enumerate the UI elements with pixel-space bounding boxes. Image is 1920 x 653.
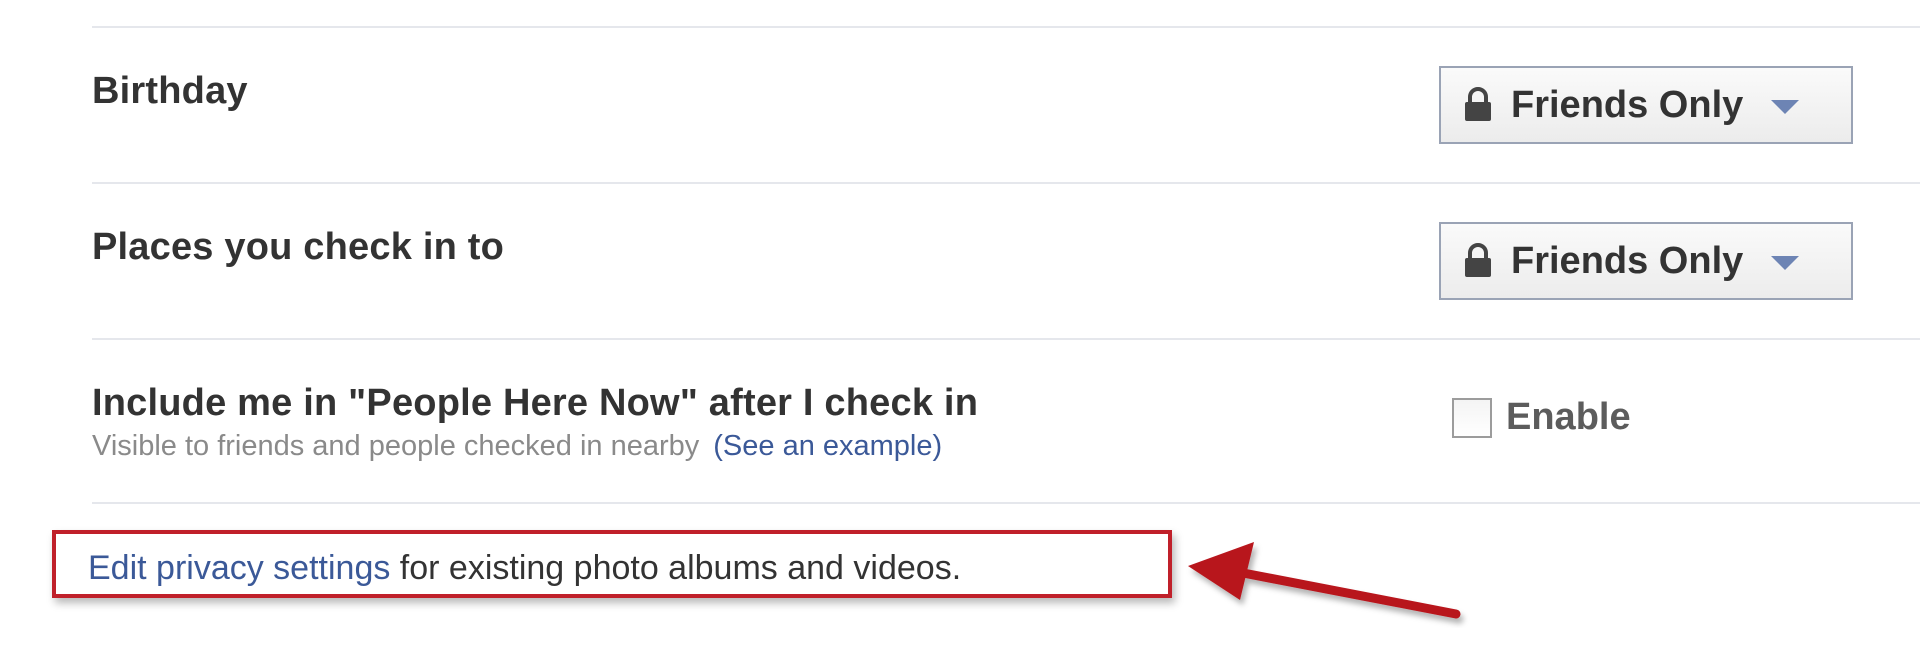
enable-label: Enable: [1506, 396, 1631, 438]
enable-checkbox-control[interactable]: Enable: [1452, 396, 1631, 439]
birthday-privacy-dropdown[interactable]: Friends Only: [1439, 66, 1853, 144]
dropdown-value: Friends Only: [1511, 83, 1744, 126]
separator: [92, 182, 1920, 184]
footer-rest-text: for existing photo albums and videos.: [390, 549, 962, 587]
privacy-settings-panel: Birthday Friends Only Places you check i…: [0, 0, 1920, 653]
chevron-down-icon: [1771, 256, 1800, 270]
separator: [92, 26, 1920, 28]
separator: [92, 338, 1920, 340]
dropdown-value: Friends Only: [1511, 239, 1744, 282]
people-here-now-label: Include me in "People Here Now" after I …: [92, 382, 979, 424]
places-check-in-label: Places you check in to: [92, 226, 505, 268]
description-text: Visible to friends and people checked in…: [92, 430, 700, 462]
chevron-down-icon: [1771, 100, 1800, 114]
birthday-label: Birthday: [92, 70, 248, 112]
edit-privacy-settings-link[interactable]: Edit privacy settings: [88, 549, 390, 587]
footer-text: Edit privacy settings for existing photo…: [88, 549, 961, 588]
arrow-left-icon: [1188, 542, 1461, 619]
enable-checkbox[interactable]: [1452, 397, 1492, 438]
people-here-now-description: Visible to friends and people checked in…: [92, 430, 942, 463]
places-privacy-dropdown[interactable]: Friends Only: [1439, 222, 1853, 300]
lock-icon: [1465, 243, 1491, 277]
lock-icon: [1465, 87, 1491, 121]
separator: [92, 502, 1920, 504]
see-example-link[interactable]: (See an example): [713, 430, 942, 462]
